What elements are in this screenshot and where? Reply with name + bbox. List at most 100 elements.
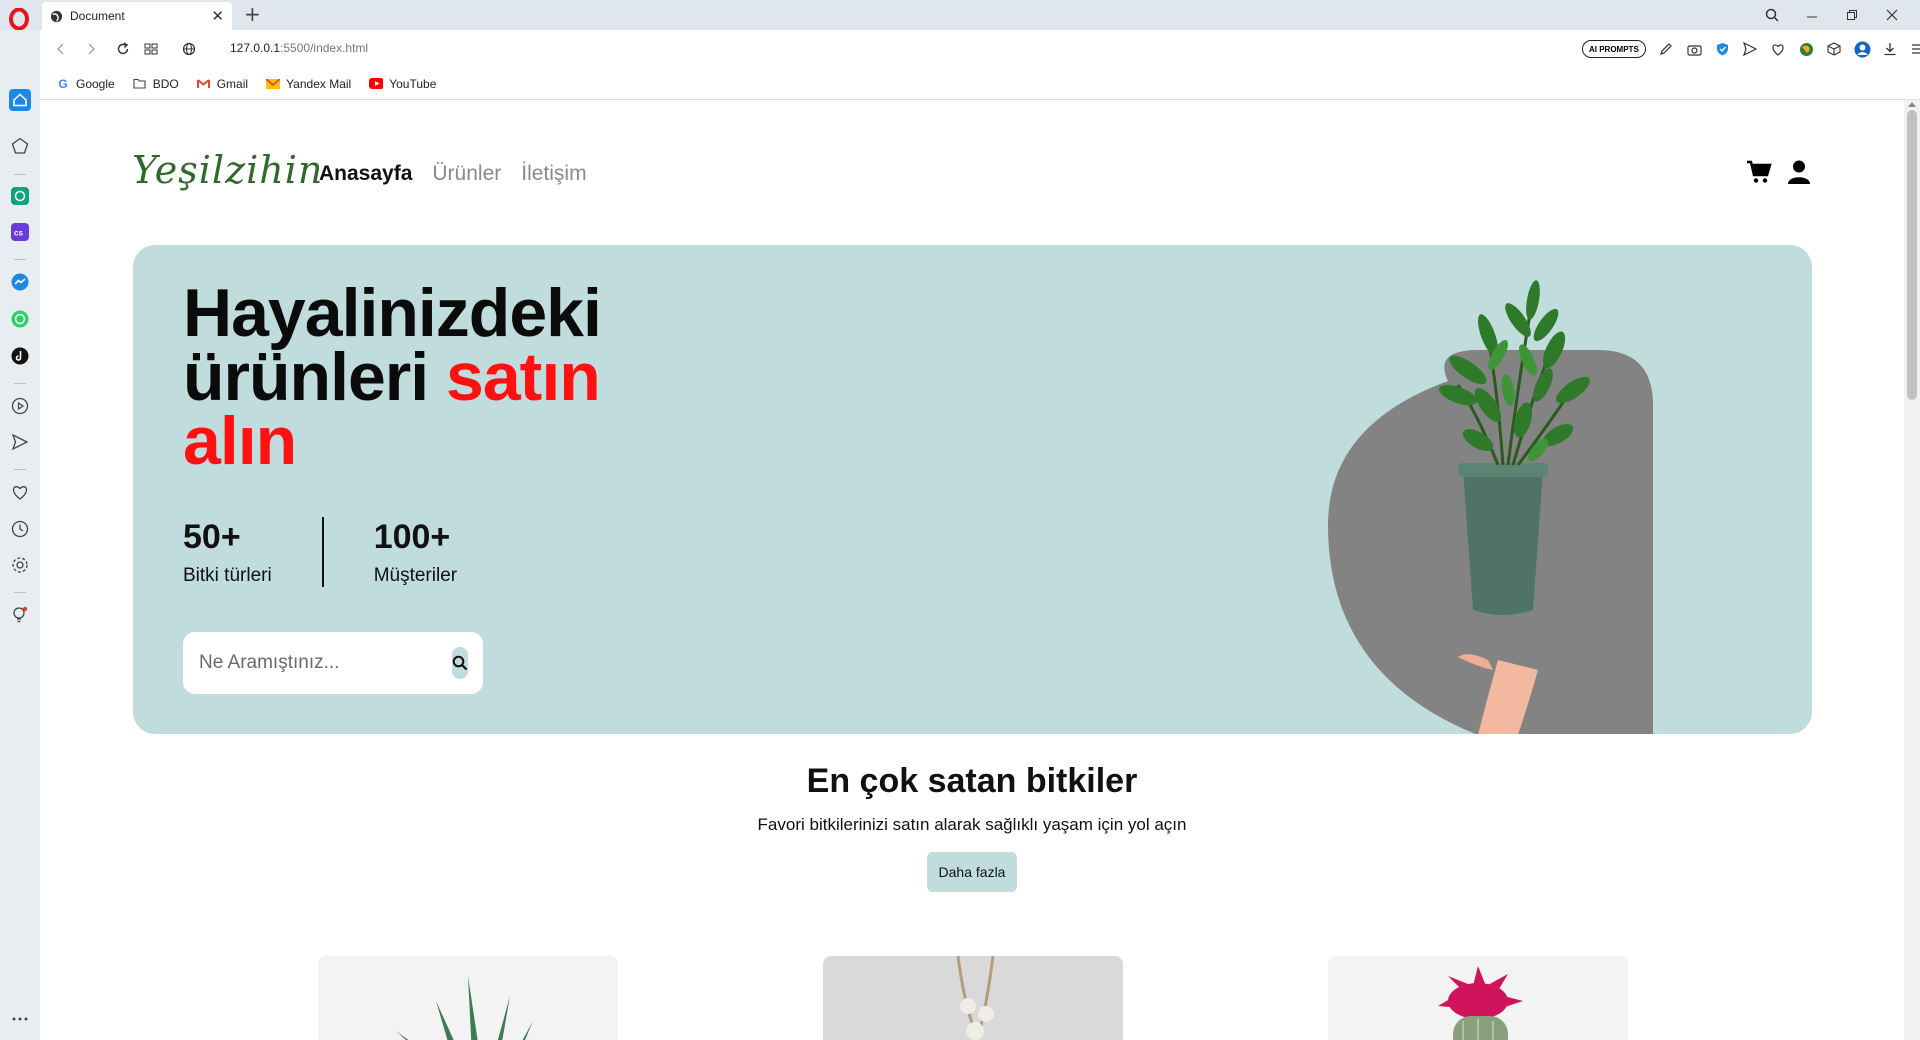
whatsapp-icon[interactable] [8, 307, 32, 331]
minimize-icon[interactable] [1792, 4, 1832, 26]
tab-title: Document [70, 9, 125, 23]
speed-dial-icon[interactable] [8, 134, 32, 158]
new-tab-button[interactable]: + [244, 4, 261, 24]
url-path: :5500/index.html [280, 41, 369, 55]
chatsonic-icon[interactable]: cs [8, 220, 32, 244]
menu-icon[interactable] [1908, 38, 1920, 60]
yandex-mail-icon [266, 77, 281, 91]
url-field[interactable]: 127.0.0.1:5500/index.html [230, 41, 368, 55]
aloe-plant-image [396, 976, 533, 1040]
stat-value: 100+ [373, 518, 451, 556]
google-icon: G [58, 76, 68, 91]
stat-value: 50+ [183, 518, 241, 556]
more-dots-icon[interactable] [8, 1007, 32, 1031]
stat-customers: 100+ Müşteriler [321, 517, 507, 587]
stat-label: Müşteriler [373, 565, 458, 586]
stat-label: Bitki türleri [183, 565, 272, 586]
vpn-globe-icon[interactable] [1796, 38, 1816, 60]
close-window-icon[interactable] [1872, 4, 1912, 26]
site-info-globe-icon[interactable] [174, 34, 204, 64]
player-icon[interactable] [8, 394, 32, 418]
tab-grid-icon[interactable] [136, 34, 166, 64]
home-icon[interactable] [8, 88, 32, 112]
user-icon[interactable] [1788, 160, 1810, 188]
site-logo[interactable]: Yeşilzihin [132, 148, 323, 192]
bookmark-label: YouTube [389, 76, 437, 91]
bookmark-label: BDO [152, 76, 179, 91]
web-page: Yeşilzihin Anasayfa Ürünler İletişim Hay… [40, 100, 1904, 1040]
browser-tab[interactable]: Document ✕ [42, 2, 232, 30]
bookmarks-heart-icon[interactable] [8, 480, 32, 504]
scroll-up-arrow[interactable] [1908, 102, 1916, 107]
cart-icon[interactable] [1746, 160, 1772, 188]
main-nav: Anasayfa Ürünler İletişim [319, 162, 587, 186]
bookmark-bdo[interactable]: BDO [133, 77, 179, 91]
edit-icon[interactable] [1656, 38, 1676, 60]
opera-logo-icon[interactable] [8, 8, 30, 30]
bookmark-gmail[interactable]: Gmail [197, 77, 248, 91]
window-controls [1752, 4, 1912, 26]
toolbar-icons [1656, 38, 1920, 60]
forward-icon[interactable] [76, 34, 106, 64]
tab-bar: Document ✕ + [0, 0, 1920, 30]
search-icon [452, 655, 468, 671]
bookmark-label: Gmail [216, 76, 249, 91]
nav-contact[interactable]: İletişim [521, 162, 586, 186]
bookmark-youtube[interactable]: YouTube [369, 77, 436, 91]
globe-icon [50, 10, 63, 22]
stat-plant-types: 50+ Bitki türleri [183, 517, 322, 587]
ai-prompts-button[interactable]: AI PROMPTS [1582, 40, 1646, 58]
hero-stats: 50+ Bitki türleri 100+ Müşteriler [183, 517, 507, 587]
search-button[interactable] [452, 647, 468, 679]
camera-icon[interactable] [1684, 38, 1704, 60]
browser-sidebar: cs [0, 30, 40, 1040]
product-card[interactable] [318, 956, 618, 1040]
page-scrollbar[interactable] [1904, 100, 1920, 1040]
product-card[interactable] [823, 956, 1123, 1040]
search-box [183, 632, 483, 694]
url-host: 127.0.0.1 [230, 41, 281, 55]
send-flow-icon[interactable] [8, 430, 32, 454]
search-input[interactable] [199, 652, 444, 674]
bookmark-label: Google [76, 76, 115, 91]
cube-icon[interactable] [1824, 38, 1844, 60]
profile-icon[interactable] [1852, 38, 1872, 60]
folder-icon [133, 77, 147, 91]
nav-home[interactable]: Anasayfa [319, 162, 412, 186]
reload-icon[interactable] [108, 34, 138, 64]
hero-title-line3: alın [183, 403, 297, 479]
search-tabs-icon[interactable] [1752, 4, 1792, 26]
tiktok-icon[interactable] [8, 344, 32, 368]
hero-title-highlight: satın [446, 339, 601, 415]
send-icon[interactable] [1740, 38, 1760, 60]
messenger-icon[interactable] [8, 270, 32, 294]
settings-gear-icon[interactable] [8, 553, 32, 577]
svg-text:cs: cs [14, 229, 23, 238]
bookmarks-bar: G Google BDO Gmail Yandex Mail YouTube [40, 68, 1920, 100]
hero-plant-image [1328, 280, 1653, 734]
nav-products[interactable]: Ürünler [432, 162, 501, 186]
more-button[interactable]: Daha fazla [927, 852, 1017, 892]
shield-icon[interactable] [1712, 38, 1732, 60]
chatgpt-icon[interactable] [8, 184, 32, 208]
close-tab-icon[interactable]: ✕ [211, 8, 224, 24]
sidebar-separator [14, 592, 26, 593]
restore-icon[interactable] [1832, 4, 1872, 26]
gmail-icon [197, 77, 211, 91]
sidebar-separator [14, 469, 26, 470]
product-card[interactable] [1328, 956, 1628, 1040]
sidebar-separator [14, 383, 26, 384]
sidebar-separator [14, 259, 26, 260]
heart-icon[interactable] [1768, 38, 1788, 60]
youtube-icon [369, 77, 384, 91]
tips-bulb-icon[interactable] [8, 603, 32, 627]
back-icon[interactable] [46, 34, 76, 64]
scroll-thumb[interactable] [1907, 110, 1917, 400]
download-icon[interactable] [1880, 38, 1900, 60]
hanging-planter-image [956, 956, 995, 1040]
address-bar: 127.0.0.1:5500/index.html AI PROMPTS [40, 30, 1920, 68]
bookmark-label: Yandex Mail [286, 76, 352, 91]
bookmark-google[interactable]: G Google [56, 76, 115, 91]
history-clock-icon[interactable] [8, 517, 32, 541]
bookmark-yandex-mail[interactable]: Yandex Mail [266, 77, 351, 91]
